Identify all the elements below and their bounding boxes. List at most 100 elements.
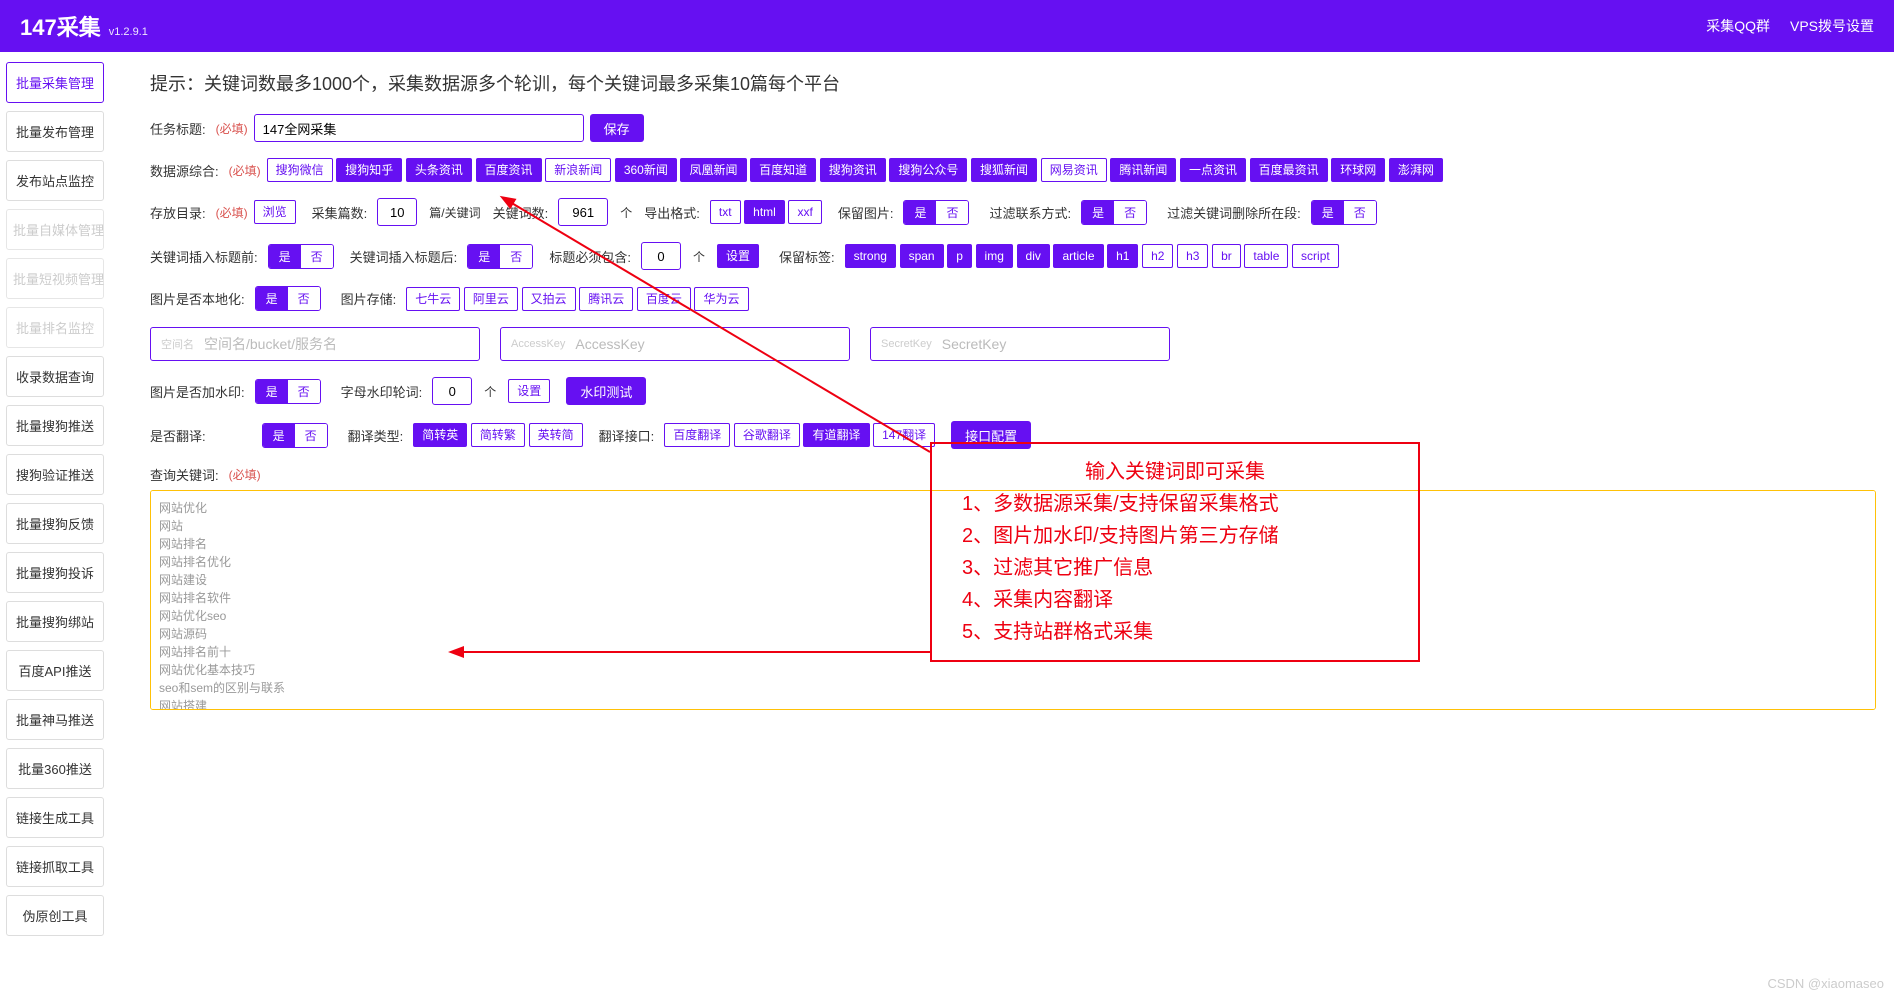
imglocal-toggle[interactable]: 是否 [255, 286, 321, 311]
keep-tag-5[interactable]: article [1053, 244, 1103, 268]
must-input[interactable] [641, 242, 681, 270]
row-store: 存放目录: (必填) 浏览 采集篇数: 篇/关键词 关键词数: 个 导出格式: … [150, 198, 1876, 226]
source-tag-0[interactable]: 搜狗微信 [267, 158, 333, 182]
space-input[interactable]: 空间名空间名/bucket/服务名 [150, 327, 480, 361]
source-label: 数据源综合: [150, 161, 219, 180]
sidebar-item-0[interactable]: 批量采集管理 [6, 62, 104, 103]
keeptag-label: 保留标签: [779, 247, 835, 266]
source-tag-1[interactable]: 搜狗知乎 [336, 158, 402, 182]
fmt-tag-1[interactable]: html [744, 200, 785, 224]
trans-toggle[interactable]: 是否 [262, 423, 328, 448]
keep-tag-6[interactable]: h1 [1107, 244, 1138, 268]
task-label: 任务标题: [150, 119, 206, 138]
watermark-toggle[interactable]: 是否 [255, 379, 321, 404]
save-button[interactable]: 保存 [590, 114, 644, 142]
sidebar-item-15[interactable]: 链接生成工具 [6, 797, 104, 838]
source-tag-9[interactable]: 搜狗公众号 [889, 158, 967, 182]
keepimg-label: 保留图片: [838, 203, 894, 222]
header-link-vps[interactable]: VPS拨号设置 [1790, 16, 1874, 36]
keep-tag-9[interactable]: br [1212, 244, 1241, 268]
filter-contact-toggle[interactable]: 是否 [1081, 200, 1147, 225]
source-tag-4[interactable]: 新浪新闻 [545, 158, 611, 182]
keep-tag-3[interactable]: img [976, 244, 1013, 268]
trans-api-1[interactable]: 谷歌翻译 [734, 423, 800, 447]
keep-tag-0[interactable]: strong [845, 244, 896, 268]
trans-type-1[interactable]: 简转繁 [471, 423, 525, 447]
keep-tag-7[interactable]: h2 [1142, 244, 1173, 268]
fmt-tag-0[interactable]: txt [710, 200, 741, 224]
accesskey-input[interactable]: AccessKeyAccessKey [500, 327, 850, 361]
keep-tag-2[interactable]: p [947, 244, 972, 268]
keepimg-toggle[interactable]: 是否 [903, 200, 969, 225]
sidebar-item-8[interactable]: 搜狗验证推送 [6, 454, 104, 495]
sidebar-item-10[interactable]: 批量搜狗投诉 [6, 552, 104, 593]
task-required: (必填) [216, 120, 248, 137]
trans-api-0[interactable]: 百度翻译 [664, 423, 730, 447]
keep-tag-10[interactable]: table [1244, 244, 1288, 268]
sidebar-item-2[interactable]: 发布站点监控 [6, 160, 104, 201]
row-cloud-creds: 空间名空间名/bucket/服务名 AccessKeyAccessKey Sec… [150, 327, 1876, 361]
must-set-button[interactable]: 设置 [717, 244, 759, 268]
source-tag-3[interactable]: 百度资讯 [476, 158, 542, 182]
sidebar-item-9[interactable]: 批量搜狗反馈 [6, 503, 104, 544]
source-tag-5[interactable]: 360新闻 [615, 158, 677, 182]
trans-api-2[interactable]: 有道翻译 [803, 423, 869, 447]
sidebar-item-11[interactable]: 批量搜狗绑站 [6, 601, 104, 642]
trans-type-2[interactable]: 英转简 [529, 423, 583, 447]
query-label: 查询关键词: [150, 465, 219, 484]
keep-tag-11[interactable]: script [1292, 244, 1339, 268]
source-tag-7[interactable]: 百度知道 [750, 158, 816, 182]
browse-button[interactable]: 浏览 [254, 200, 296, 224]
source-tag-13[interactable]: 一点资讯 [1180, 158, 1246, 182]
cloud-tag-4[interactable]: 百度云 [637, 287, 691, 311]
kwbefore-toggle[interactable]: 是否 [268, 244, 334, 269]
sidebar-item-17[interactable]: 伪原创工具 [6, 895, 104, 936]
source-tag-16[interactable]: 澎湃网 [1389, 158, 1443, 182]
sidebar-item-4[interactable]: 批量短视频管理 [6, 258, 104, 299]
app-header: 147采集 v1.2.9.1 采集QQ群 VPS拨号设置 [0, 0, 1894, 52]
fmt-tag-2[interactable]: xxf [788, 200, 821, 224]
source-tag-2[interactable]: 头条资讯 [406, 158, 472, 182]
source-tag-11[interactable]: 网易资讯 [1041, 158, 1107, 182]
trans-api-3[interactable]: 147翻译 [873, 423, 935, 447]
secretkey-input[interactable]: SecretKeySecretKey [870, 327, 1170, 361]
watermark-test-button[interactable]: 水印测试 [566, 377, 646, 405]
transtype-label: 翻译类型: [348, 426, 404, 445]
annotation-line-1: 1、多数据源采集/支持保留采集格式 [962, 488, 1388, 520]
kwafter-toggle[interactable]: 是否 [467, 244, 533, 269]
source-tag-12[interactable]: 腾讯新闻 [1110, 158, 1176, 182]
sidebar-item-7[interactable]: 批量搜狗推送 [6, 405, 104, 446]
sidebar-item-3[interactable]: 批量自媒体管理 [6, 209, 104, 250]
cloud-tag-1[interactable]: 阿里云 [464, 287, 518, 311]
sidebar-item-13[interactable]: 批量神马推送 [6, 699, 104, 740]
filter-kw-toggle[interactable]: 是否 [1311, 200, 1377, 225]
cloud-tag-5[interactable]: 华为云 [694, 287, 748, 311]
annotation-line-5: 5、支持站群格式采集 [962, 616, 1388, 648]
rot-set-button[interactable]: 设置 [508, 379, 550, 403]
rot-input[interactable] [432, 377, 472, 405]
cloud-tag-2[interactable]: 又拍云 [522, 287, 576, 311]
source-tag-6[interactable]: 凤凰新闻 [680, 158, 746, 182]
sidebar-item-6[interactable]: 收录数据查询 [6, 356, 104, 397]
keep-tag-8[interactable]: h3 [1177, 244, 1208, 268]
sidebar-item-14[interactable]: 批量360推送 [6, 748, 104, 789]
source-tag-8[interactable]: 搜狗资讯 [820, 158, 886, 182]
trans-type-0[interactable]: 简转英 [413, 423, 467, 447]
sidebar-item-16[interactable]: 链接抓取工具 [6, 846, 104, 887]
header-link-qq[interactable]: 采集QQ群 [1706, 16, 1770, 36]
keep-tag-4[interactable]: div [1017, 244, 1050, 268]
cloud-tag-0[interactable]: 七牛云 [406, 287, 460, 311]
cloud-tag-3[interactable]: 腾讯云 [579, 287, 633, 311]
keep-tag-1[interactable]: span [900, 244, 944, 268]
rot-label: 字母水印轮词: [341, 382, 423, 401]
count-input[interactable] [377, 198, 417, 226]
sidebar-item-12[interactable]: 百度API推送 [6, 650, 104, 691]
task-title-input[interactable] [254, 114, 584, 142]
sidebar-item-1[interactable]: 批量发布管理 [6, 111, 104, 152]
source-tag-15[interactable]: 环球网 [1331, 158, 1385, 182]
source-tag-14[interactable]: 百度最资讯 [1250, 158, 1328, 182]
sidebar-item-5[interactable]: 批量排名监控 [6, 307, 104, 348]
source-tag-10[interactable]: 搜狐新闻 [971, 158, 1037, 182]
row-task: 任务标题: (必填) 保存 [150, 114, 1876, 142]
kw-input[interactable] [558, 198, 608, 226]
